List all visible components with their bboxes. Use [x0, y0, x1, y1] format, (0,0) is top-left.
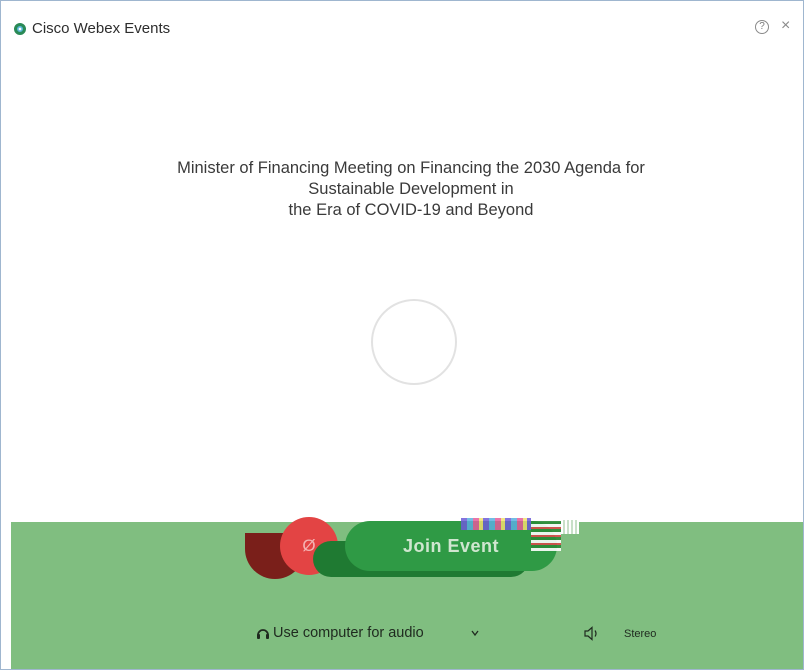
meeting-title-line: Sustainable Development in	[308, 180, 514, 198]
close-icon[interactable]: ×	[781, 17, 790, 35]
speaker-icon[interactable]	[584, 626, 602, 641]
chevron-down-icon[interactable]	[471, 629, 479, 637]
help-icon[interactable]: ?	[755, 20, 769, 34]
webex-logo-icon	[14, 23, 26, 35]
render-artifact	[531, 521, 561, 551]
render-artifact	[561, 520, 579, 534]
app-title: Cisco Webex Events	[32, 20, 171, 37]
headset-icon	[257, 629, 269, 639]
meeting-title: Minister of Financing Meeting on Financi…	[101, 158, 721, 221]
meeting-title-line: the Era of COVID-19 and Beyond	[288, 201, 534, 219]
audio-connection-dropdown[interactable]: Use computer for audio	[273, 625, 424, 641]
loading-spinner	[371, 299, 457, 385]
title-bar: Cisco Webex Events ? ×	[1, 1, 803, 59]
render-artifact	[461, 518, 531, 530]
webex-window: Cisco Webex Events ? × Minister of Finan…	[0, 0, 804, 670]
stereo-label[interactable]: Stereo	[624, 628, 656, 640]
meeting-title-line: Minister of Financing Meeting on Financi…	[177, 159, 645, 177]
